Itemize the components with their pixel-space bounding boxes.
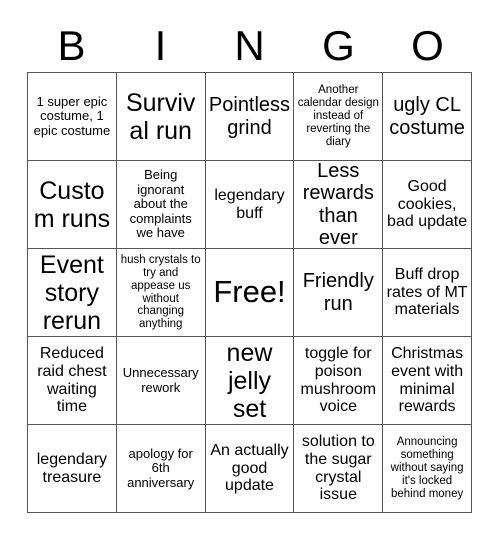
bingo-cell-g3[interactable]: Friendly run <box>294 249 384 337</box>
bingo-cell-label: ugly CL costume <box>389 94 465 139</box>
bingo-cell-i1[interactable]: Survival run <box>116 73 206 161</box>
bingo-cell-o4[interactable]: Christmas event with minimal rewards <box>383 337 472 425</box>
bingo-cell-n1[interactable]: Pointless grind <box>205 73 295 161</box>
bingo-cell-label: Reduced raid chest waiting time <box>37 344 107 416</box>
header-letter-g: G <box>322 22 355 69</box>
bingo-cell-label: Christmas event with minimal rewards <box>391 344 464 416</box>
bingo-card: B I N G O 1 super epic costume, 1 epic c… <box>0 0 500 544</box>
bingo-cell-g2[interactable]: Less rewards than ever <box>294 161 384 249</box>
bingo-cell-i5[interactable]: apology for 6th anniversary <box>116 425 206 513</box>
bingo-cell-g4[interactable]: toggle for poison mushroom voice <box>294 337 384 425</box>
bingo-cell-label: toggle for poison mushroom voice <box>300 344 377 416</box>
bingo-cell-label: Being ignorant about the complaints we h… <box>129 167 192 241</box>
bingo-cell-i2[interactable]: Being ignorant about the complaints we h… <box>116 161 206 249</box>
header-letter-i: I <box>154 22 167 69</box>
bingo-cell-label: Buff drop rates of MT materials <box>386 265 468 319</box>
bingo-cell-b3[interactable]: Event story rerun <box>28 249 117 337</box>
bingo-cell-b5[interactable]: legendary treasure <box>28 425 117 513</box>
bingo-cell-label: Another calendar design instead of rever… <box>297 84 379 148</box>
bingo-cell-n4[interactable]: new jelly set <box>205 337 295 425</box>
bingo-grid: 1 super epic costume, 1 epic costume Sur… <box>27 72 472 513</box>
bingo-cell-label: Event story rerun <box>39 250 104 335</box>
bingo-cell-b4[interactable]: Reduced raid chest waiting time <box>28 337 117 425</box>
bingo-cell-o2[interactable]: Good cookies, bad update <box>383 161 472 249</box>
bingo-cell-o3[interactable]: Buff drop rates of MT materials <box>383 249 472 337</box>
bingo-cell-i4[interactable]: Unnecessary rework <box>116 337 206 425</box>
bingo-cell-label: hush crystals to try and appease us with… <box>120 253 201 331</box>
free-space-label: Free! <box>213 274 286 310</box>
bingo-cell-n2[interactable]: legendary buff <box>205 161 295 249</box>
bingo-cell-label: new jelly set <box>226 338 273 423</box>
bingo-cell-label: Good cookies, bad update <box>387 177 468 231</box>
bingo-cell-label: legendary treasure <box>36 450 108 486</box>
bingo-cell-b1[interactable]: 1 super epic costume, 1 epic costume <box>28 73 117 161</box>
bingo-cell-g5[interactable]: solution to the sugar crystal issue <box>294 425 384 513</box>
bingo-cell-label: Announcing something without saying it's… <box>390 436 464 500</box>
bingo-cell-label: Survival run <box>125 88 196 145</box>
bingo-cell-label: solution to the sugar crystal issue <box>301 432 375 504</box>
header-letter-o: O <box>411 22 444 69</box>
bingo-cell-label: Custom runs <box>33 176 111 233</box>
bingo-cell-label: Unnecessary rework <box>122 364 199 395</box>
bingo-cell-free-space[interactable]: Free! <box>205 249 295 337</box>
bingo-cell-i3[interactable]: hush crystals to try and appease us with… <box>116 249 206 337</box>
bingo-cell-label: An actually good update <box>210 441 289 495</box>
bingo-cell-label: Pointless grind <box>208 94 291 139</box>
bingo-cell-label: Less rewards than ever <box>302 161 374 249</box>
bingo-cell-o1[interactable]: ugly CL costume <box>383 73 472 161</box>
header-letter-b: B <box>57 22 86 69</box>
bingo-cell-n5[interactable]: An actually good update <box>205 425 295 513</box>
bingo-cell-label: 1 super epic costume, 1 epic costume <box>33 93 111 138</box>
bingo-cell-b2[interactable]: Custom runs <box>28 161 117 249</box>
bingo-cell-g1[interactable]: Another calendar design instead of rever… <box>294 73 384 161</box>
bingo-header-row: B I N G O <box>27 20 472 72</box>
bingo-cell-label: apology for 6th anniversary <box>127 445 195 490</box>
bingo-cell-o5[interactable]: Announcing something without saying it's… <box>383 425 472 513</box>
bingo-cell-label: legendary buff <box>214 186 285 222</box>
bingo-cell-label: Friendly run <box>302 270 374 315</box>
header-letter-n: N <box>234 22 265 69</box>
